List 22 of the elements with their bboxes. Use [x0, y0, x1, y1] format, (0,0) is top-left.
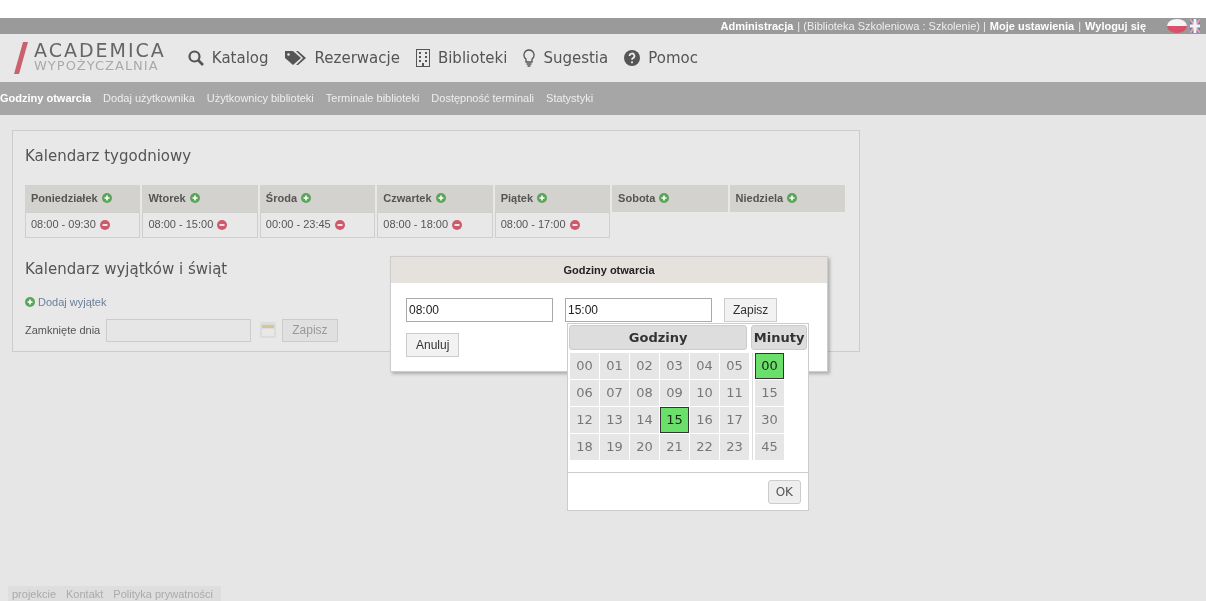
day-header: Sobota: [612, 184, 728, 212]
time-range-cell: 00:00 - 23:45: [259, 211, 376, 238]
time-range-cell: 08:00 - 09:30: [25, 211, 141, 238]
top-text: | (Biblioteka Szkoleniowa : Szkolenie) |: [797, 18, 986, 34]
time-range-cell: 08:00 - 18:00: [377, 211, 493, 238]
field-label: Zamknięte dnia: [25, 322, 101, 338]
day-header: Czwartek: [377, 184, 493, 212]
section-title: Kalendarz wyjątków i świąt: [25, 258, 228, 280]
top-text: |: [1078, 18, 1082, 34]
column-header: Minuty: [751, 325, 807, 350]
day-header: Niedziela: [729, 184, 845, 212]
day-header: Środa: [259, 184, 376, 212]
column-header: Godziny: [569, 325, 748, 350]
day-header: Poniedziałek: [25, 184, 141, 212]
day-header: Wtorek: [142, 184, 258, 212]
dialog-title: Godziny otwarcia: [391, 257, 827, 283]
section-title: Kalendarz tygodniowy: [25, 146, 192, 167]
time-range-cell: 08:00 - 15:00: [142, 211, 258, 238]
logo-subtitle: WYPOŻYCZALNIA: [34, 58, 160, 73]
logo-title: ACADEMICA: [34, 43, 166, 58]
day-header: Piątek: [494, 184, 611, 212]
time-range-cell: 08:00 - 17:00: [494, 211, 611, 238]
